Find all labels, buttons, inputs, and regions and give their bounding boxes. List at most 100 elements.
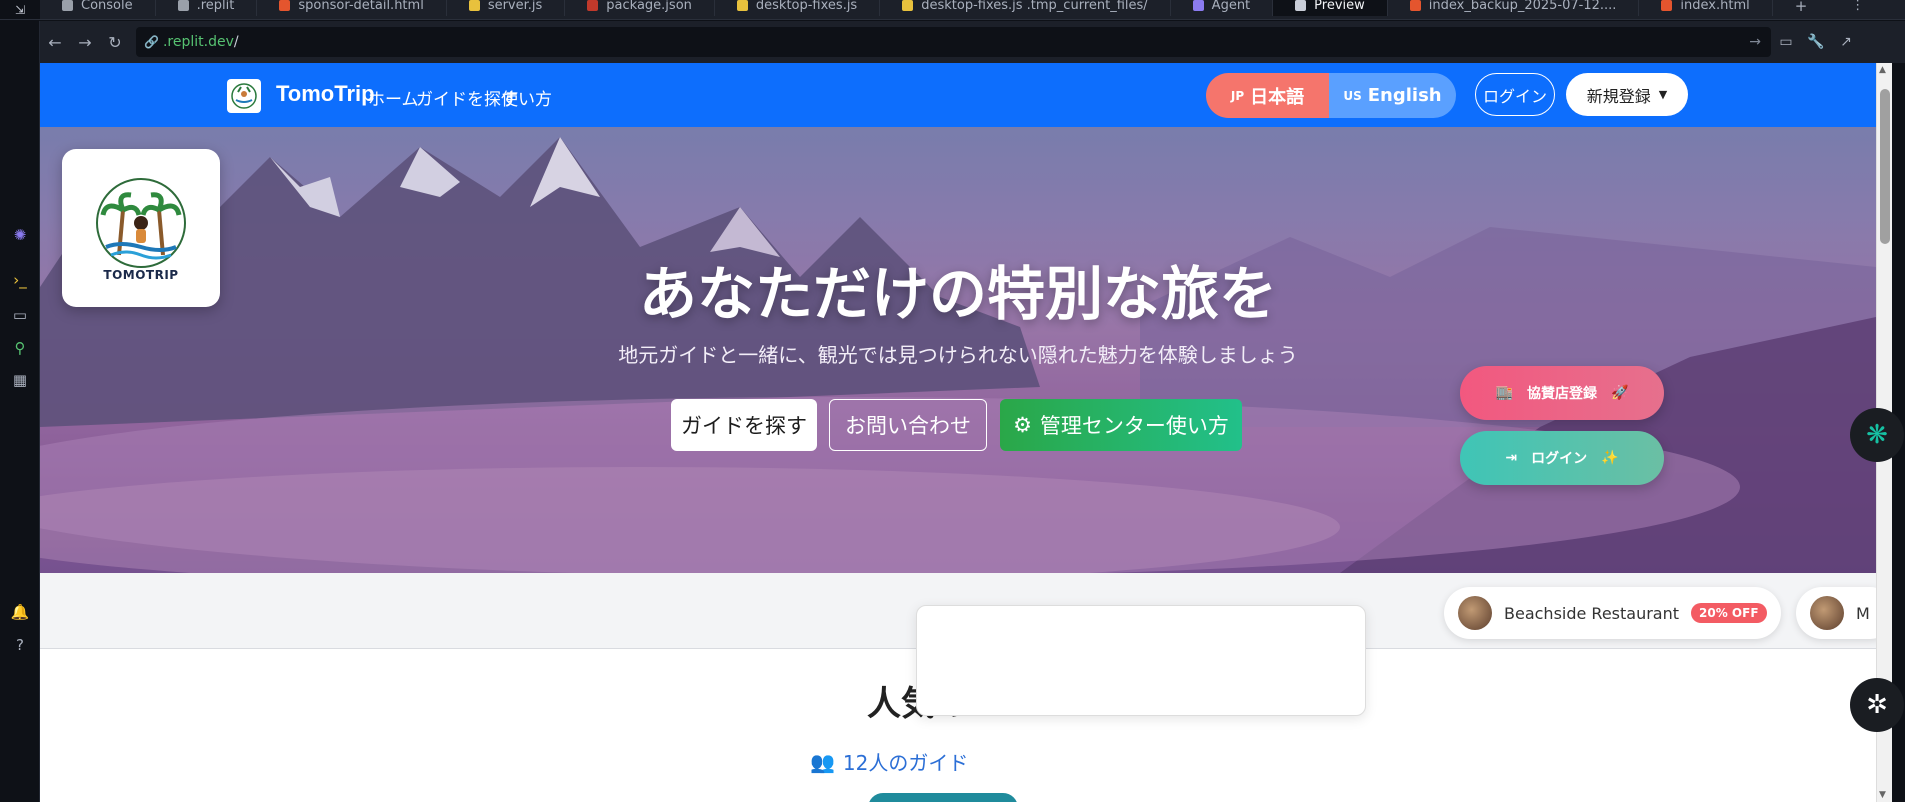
editor-tab[interactable]: server.js <box>447 0 566 16</box>
open-external-icon[interactable]: ↗ <box>1831 34 1861 50</box>
us-flag-code: US <box>1343 88 1362 103</box>
brand-name[interactable]: TomoTrip <box>276 81 375 107</box>
file-type-icon <box>177 0 189 11</box>
back-icon[interactable]: ← <box>40 33 70 52</box>
tab-label: Console <box>81 0 133 13</box>
sponsor-login-button[interactable]: ⇥ ログイン ✨ <box>1460 431 1664 485</box>
hero-subtitle: 地元ガイドと一緒に、観光では見つけられない隠れた魅力を体験しましょう <box>618 343 1298 367</box>
scrollbar-thumb[interactable] <box>1880 89 1890 244</box>
console-icon[interactable]: ›_ <box>0 271 40 289</box>
discount-badge: 20% OFF <box>1691 603 1767 623</box>
apps-grid-icon[interactable]: ▦ <box>0 371 40 389</box>
tab-label: index_backup_2025-07-12.... <box>1428 0 1617 13</box>
section-action-button[interactable] <box>868 793 1018 802</box>
sponsor-avatar <box>1458 596 1492 630</box>
tab-label: package.json <box>606 0 692 13</box>
editor-tab[interactable]: Agent <box>1171 0 1274 16</box>
nav-how-to-link[interactable]: 使い方 <box>501 85 552 110</box>
editor-tab[interactable]: desktop-fixes.js .tmp_current_files/ <box>880 0 1171 16</box>
lang-japanese-button[interactable]: JP 日本語 <box>1206 73 1329 118</box>
contact-button[interactable]: お問い合わせ <box>829 399 987 451</box>
deploy-icon[interactable]: ⚲ <box>0 339 40 357</box>
file-type-icon <box>1295 0 1307 11</box>
url-input[interactable]: 🔗 .replit.dev / → <box>136 27 1771 57</box>
file-type-icon <box>736 0 748 11</box>
sparkles-icon: ✨ <box>1601 450 1619 466</box>
sponsor-card[interactable]: Beachside Restaurant 20% OFF <box>1444 587 1781 639</box>
register-label: 新規登録 <box>1586 86 1651 106</box>
hero-title: あなただけの特別な旅を <box>638 260 1277 328</box>
sponsor-register-button[interactable]: 🏬 協賛店登録 🚀 <box>1460 366 1664 420</box>
nav-register-dropdown[interactable]: 新規登録 ▼ <box>1566 73 1688 116</box>
guide-count-label: 12人のガイド <box>842 751 969 775</box>
url-path: / <box>233 34 239 50</box>
help-icon[interactable]: ? <box>0 636 40 654</box>
reload-icon[interactable]: ↻ <box>100 33 130 52</box>
nav-login-button[interactable]: ログイン <box>1475 73 1555 116</box>
lang-english-label: English <box>1367 85 1442 106</box>
editor-tab[interactable]: package.json <box>565 0 715 16</box>
new-tab-button[interactable]: + <box>1773 0 1830 16</box>
lang-japanese-label: 日本語 <box>1250 86 1305 108</box>
sponsor-login-label: ログイン <box>1531 451 1588 467</box>
tab-label: index.html <box>1680 0 1750 13</box>
editor-tab[interactable]: index.html <box>1639 0 1773 16</box>
preview-icon[interactable]: ▭ <box>0 306 40 324</box>
file-type-icon <box>468 0 480 11</box>
brand-logo[interactable] <box>227 79 261 113</box>
sponsor-avatar <box>1810 596 1844 630</box>
find-guides-button[interactable]: ガイドを探す <box>671 399 817 451</box>
nav-home-link[interactable]: ホーム <box>368 85 419 110</box>
go-icon[interactable]: → <box>1749 34 1761 50</box>
more-tabs-icon[interactable]: ⋮ <box>1829 0 1886 16</box>
file-type-icon <box>1192 0 1204 11</box>
editor-tab[interactable]: index_backup_2025-07-12.... <box>1388 0 1640 16</box>
gear-icon: ⚙ <box>1013 413 1032 437</box>
store-icon: 🏬 <box>1495 385 1513 401</box>
sponsor-card[interactable]: M <box>1796 587 1876 639</box>
admin-center-guide-button[interactable]: ⚙ 管理センター使い方 <box>1000 399 1242 451</box>
tab-label: Agent <box>1211 0 1251 13</box>
hero-section: TOMOTRIP あなただけの特別な旅を 地元ガイドと一緒に、観光では見つけられ… <box>40 127 1876 573</box>
editor-tab[interactable]: .replit <box>156 0 258 16</box>
file-type-icon <box>1661 0 1673 11</box>
guide-count: 👥 12人のガイド <box>810 747 968 776</box>
editor-tab[interactable]: sponsor-detail.html <box>257 0 447 16</box>
editor-tab-bar: ⇲ Console .replit sponsor-detail.html serve… <box>0 0 1905 20</box>
url-host: .replit.dev <box>162 34 234 50</box>
devices-icon[interactable]: ▭ <box>1771 34 1801 50</box>
file-type-icon <box>1409 0 1421 11</box>
editor-tab[interactable]: Preview <box>1273 0 1388 16</box>
caret-down-icon: ▼ <box>1658 88 1668 101</box>
users-icon: 👥 <box>810 749 835 774</box>
agent-icon[interactable]: ✺ <box>0 226 40 244</box>
forward-icon[interactable]: → <box>70 33 100 52</box>
file-type-icon <box>902 0 914 11</box>
tab-label: sponsor-detail.html <box>298 0 424 13</box>
admin-center-label: 管理センター使い方 <box>1039 414 1229 438</box>
preview-url-bar: ← → ↻ 🔗 .replit.dev / → ▭ 🔧 ↗ <box>40 21 1905 63</box>
panel-toggle-icon[interactable]: ⇲ <box>0 0 40 19</box>
editor-tab[interactable]: Console <box>40 0 156 16</box>
link-icon: 🔗 <box>144 35 159 49</box>
tab-label: .replit <box>196 0 235 13</box>
sponsor-name: M <box>1856 603 1870 623</box>
editor-tab[interactable]: desktop-fixes.js <box>715 0 881 16</box>
blank-popup-overlay[interactable] <box>916 605 1366 716</box>
file-type-icon <box>587 0 599 11</box>
sponsor-name: Beachside Restaurant <box>1504 603 1680 623</box>
scroll-down-icon[interactable]: ▼ <box>1879 790 1886 800</box>
tab-label: desktop-fixes.js <box>755 0 858 13</box>
assistant-icon[interactable]: ✲ <box>1850 678 1904 732</box>
devtools-icon[interactable]: 🔧 <box>1801 34 1831 50</box>
rocket-icon: 🚀 <box>1611 385 1629 401</box>
jp-flag-code: JP <box>1230 88 1245 103</box>
chatgpt-icon[interactable]: ❋ <box>1850 408 1904 462</box>
site-navbar: TomoTrip ホーム ガイドを探す 使い方 JP 日本語 US Englis… <box>40 63 1876 127</box>
scroll-up-icon[interactable]: ▲ <box>1879 65 1886 75</box>
left-activity-rail: ✺ ›_ ▭ ⚲ ▦ 🔔 ? <box>0 21 40 802</box>
sponsor-register-label: 協賛店登録 <box>1527 386 1597 402</box>
lang-english-button[interactable]: US English <box>1329 73 1456 118</box>
tab-label: desktop-fixes.js .tmp_current_files/ <box>921 0 1148 13</box>
notification-bell-icon[interactable]: 🔔 <box>0 603 40 621</box>
